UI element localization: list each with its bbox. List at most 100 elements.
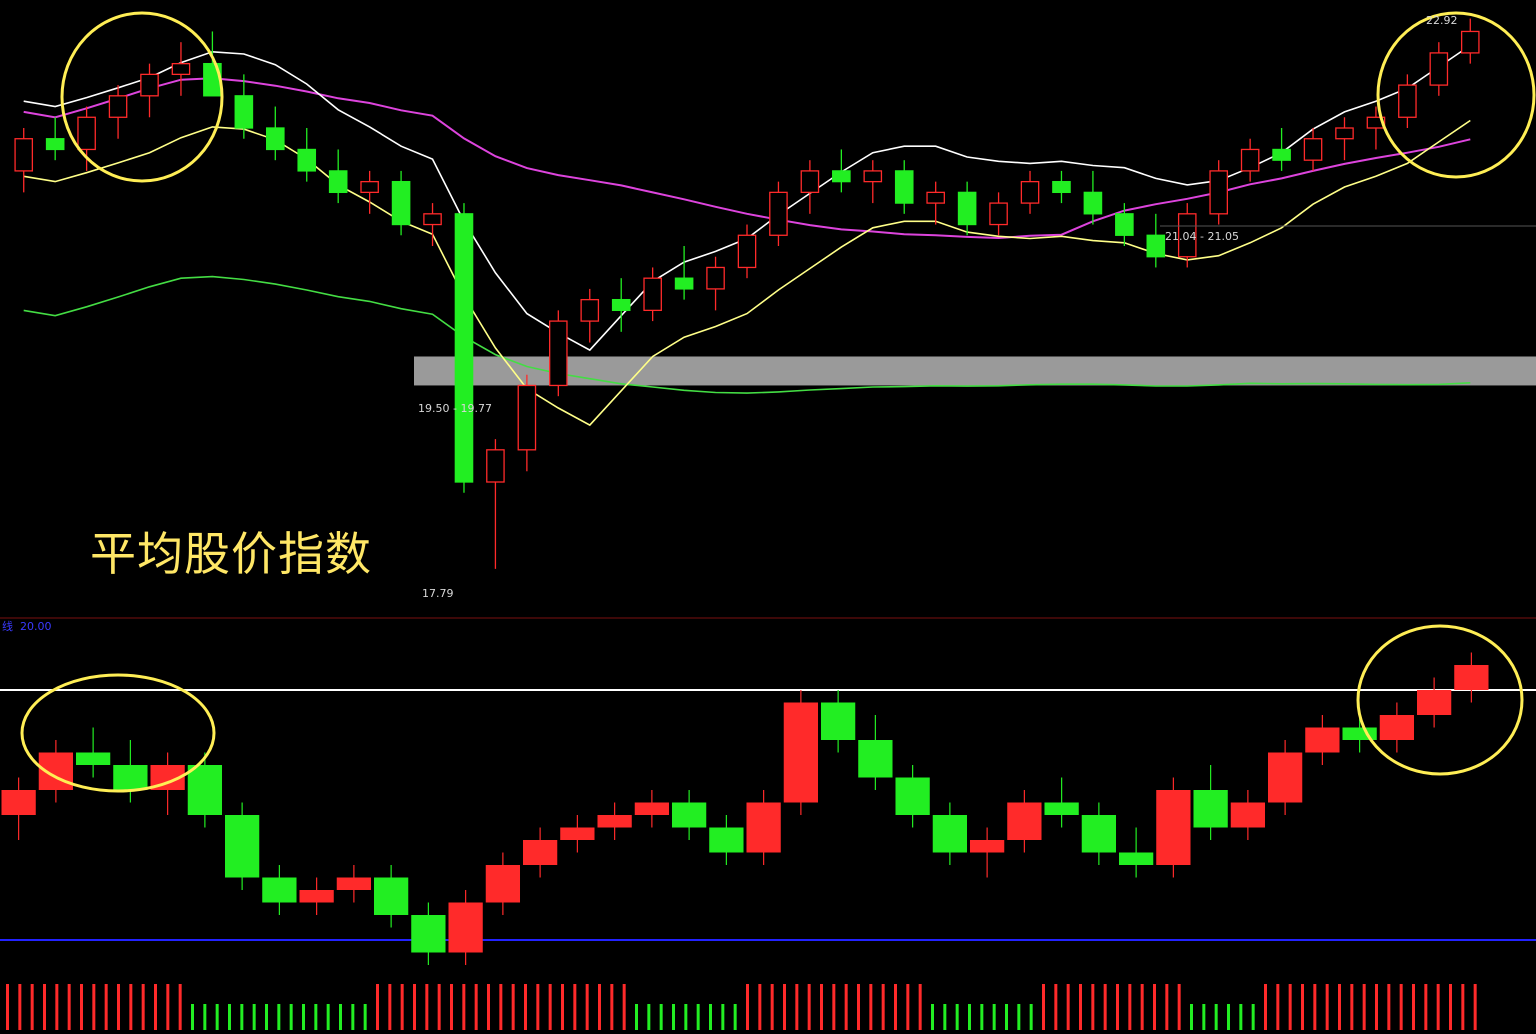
candle-body xyxy=(894,170,914,204)
label-low-price: 17.79 xyxy=(422,587,454,600)
volume-bar xyxy=(894,984,897,1030)
volume-bar xyxy=(622,984,626,1030)
candle-body xyxy=(580,298,600,322)
indicator-bar xyxy=(969,840,1005,853)
label-mid-range: 21.04 - 21.05 xyxy=(1165,230,1239,243)
volume-bar xyxy=(1362,984,1366,1030)
lower-panel-value: 20.00 xyxy=(20,620,52,633)
lower-panel-tag: 线 xyxy=(2,619,13,633)
indicator-bar xyxy=(783,702,819,803)
candle-body xyxy=(45,138,65,151)
indicator-bar xyxy=(1081,815,1117,853)
volume-bar xyxy=(1116,984,1119,1030)
candle-body xyxy=(800,170,820,194)
volume-bar xyxy=(462,984,466,1030)
volume-bar xyxy=(1054,984,1058,1030)
volume-bar xyxy=(487,984,490,1030)
candle-body xyxy=(1115,213,1134,236)
indicator-bar xyxy=(224,815,260,878)
volume-bar xyxy=(820,984,823,1030)
indicator-bar xyxy=(634,802,670,815)
volume-bar xyxy=(437,984,441,1030)
chart-canvas: 22.92 19.50 - 19.77 21.04 - 21.05 17.79 … xyxy=(0,11,1536,1030)
indicator-bar xyxy=(1454,665,1489,690)
candle-body xyxy=(486,449,505,483)
volume-bar xyxy=(43,984,46,1030)
volume-bar xyxy=(696,1004,700,1030)
volume-bar xyxy=(302,1004,305,1030)
candle-body xyxy=(643,277,662,312)
candle-body xyxy=(517,384,537,451)
volume-bar xyxy=(240,1004,244,1030)
indicator-bar xyxy=(858,740,893,778)
volume-bar xyxy=(215,1004,219,1030)
volume-bar xyxy=(1066,984,1070,1030)
indicator-bar xyxy=(597,815,632,828)
volume-bar xyxy=(1153,984,1156,1030)
indicator-bar xyxy=(299,890,334,903)
candle-body xyxy=(549,320,568,387)
volume-bar xyxy=(413,984,416,1030)
volume-bar xyxy=(1177,984,1181,1030)
volume-bar xyxy=(524,984,527,1030)
volume-bar xyxy=(992,1004,996,1030)
volume-bar xyxy=(55,984,59,1030)
volume-bar xyxy=(67,984,71,1030)
volume-bar xyxy=(154,984,157,1030)
indicator-bar xyxy=(1118,852,1154,865)
chart-title: 平均股价指数 xyxy=(90,527,372,581)
volume-bar xyxy=(733,1004,737,1030)
volume-bar xyxy=(1128,984,1132,1030)
indicator-bar xyxy=(820,702,856,740)
volume-bar xyxy=(30,984,34,1030)
candle-body xyxy=(832,170,851,183)
volume-bar xyxy=(869,984,873,1030)
indicator-bar xyxy=(709,827,744,853)
volume-bar xyxy=(80,984,83,1030)
volume-bar xyxy=(783,984,786,1030)
indicator-bar xyxy=(448,902,483,953)
volume-bar xyxy=(918,984,922,1030)
candle-body xyxy=(926,191,945,204)
volume-bar xyxy=(1005,1004,1008,1030)
indicator-bar xyxy=(411,915,446,953)
indicator-bar xyxy=(373,877,409,915)
volume-bar xyxy=(1202,1004,1206,1030)
volume-bar xyxy=(536,984,540,1030)
volume-bar xyxy=(511,984,515,1030)
volume-bar xyxy=(1387,984,1391,1030)
volume-bar xyxy=(1338,984,1341,1030)
volume-bar xyxy=(1301,984,1304,1030)
indicator-bar xyxy=(1305,727,1340,753)
volume-bar xyxy=(906,984,910,1030)
volume-bar xyxy=(166,984,170,1030)
volume-bar xyxy=(314,1004,318,1030)
volume-bar xyxy=(1461,984,1465,1030)
volume-bar xyxy=(18,984,22,1030)
volume-bar xyxy=(672,1004,675,1030)
volume-bar xyxy=(388,984,392,1030)
volume-bar xyxy=(499,984,503,1030)
candle-body xyxy=(611,298,631,312)
volume-bar xyxy=(141,984,145,1030)
volume-bar xyxy=(326,1004,330,1030)
candle-body xyxy=(360,180,379,194)
volume-bar xyxy=(1412,984,1415,1030)
volume-bar xyxy=(1042,984,1045,1030)
volume-bar xyxy=(1251,1004,1255,1030)
volume-bar xyxy=(1079,984,1082,1030)
volume-bar xyxy=(1449,984,1452,1030)
indicator-bar xyxy=(746,802,781,853)
indicator-bar xyxy=(1,790,36,815)
volume-bar xyxy=(1190,1004,1193,1030)
volume-bar xyxy=(339,1004,342,1030)
candle-body xyxy=(1272,148,1291,161)
volume-bar xyxy=(6,984,9,1030)
candle-body xyxy=(234,95,254,129)
candle-body xyxy=(737,234,757,269)
volume-bar xyxy=(117,984,120,1030)
volume-bar xyxy=(252,1004,256,1030)
volume-bar xyxy=(795,984,799,1030)
candle-body xyxy=(957,191,977,226)
volume-bar xyxy=(1473,984,1477,1030)
